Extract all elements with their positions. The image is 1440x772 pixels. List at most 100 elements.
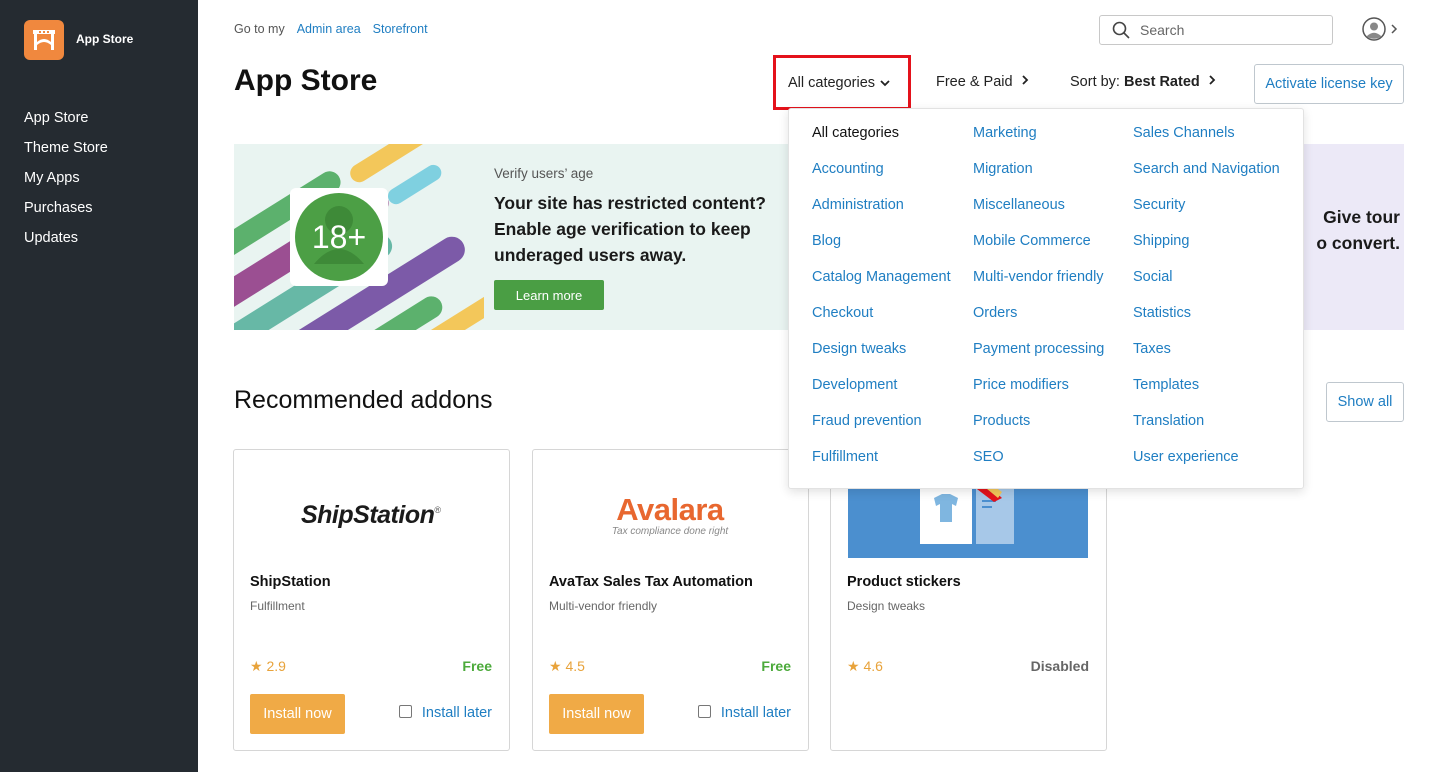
category-option[interactable]: Blog <box>812 233 951 269</box>
banner-headline: Your site has restricted content? Enable… <box>494 193 766 265</box>
price-filter-dropdown[interactable]: Free & Paid <box>936 74 1029 90</box>
category-dropdown-menu: All categories Accounting Administration… <box>788 108 1304 489</box>
search-icon <box>1112 21 1130 39</box>
category-filter-dropdown[interactable]: All categories <box>773 55 911 110</box>
user-menu[interactable] <box>1362 17 1398 41</box>
category-option[interactable]: Orders <box>973 305 1104 341</box>
breadcrumb-prefix: Go to my <box>234 22 285 36</box>
category-option[interactable]: Development <box>812 377 951 413</box>
chevron-right-icon <box>1209 75 1216 85</box>
search-box[interactable] <box>1099 15 1333 45</box>
search-input[interactable] <box>1140 22 1320 38</box>
category-option[interactable]: Security <box>1133 197 1280 233</box>
age-verification-illustration: 18+ <box>234 144 484 330</box>
star-icon: ★ <box>250 658 263 674</box>
tour-banner-text: Give tour o convert. <box>1290 204 1400 256</box>
install-now-button[interactable]: Install now <box>250 694 345 734</box>
page-title: App Store <box>234 64 378 97</box>
sidebar-item-updates[interactable]: Updates <box>24 228 108 258</box>
user-avatar-icon <box>1362 17 1386 41</box>
sidebar: App Store App Store Theme Store My Apps … <box>0 0 198 772</box>
sort-value: Best Rated <box>1124 74 1200 90</box>
chevron-down-icon <box>880 79 890 86</box>
addon-rating: ★ 2.9 <box>250 658 286 674</box>
install-later-option[interactable]: Install later <box>398 704 492 721</box>
category-option[interactable]: Mobile Commerce <box>973 233 1104 269</box>
category-option[interactable]: Design tweaks <box>812 341 951 377</box>
addon-card-avatax[interactable]: Avalara Tax compliance done right AvaTax… <box>532 449 809 751</box>
admin-area-link[interactable]: Admin area <box>297 22 361 36</box>
chevron-right-icon <box>1391 24 1398 34</box>
sort-dropdown[interactable]: Sort by: Best Rated <box>1070 74 1216 90</box>
addon-card-product-stickers[interactable]: Product stickers Design tweaks ★ 4.6 Dis… <box>830 449 1107 751</box>
category-option[interactable]: Fulfillment <box>812 449 951 485</box>
addon-category: Design tweaks <box>847 599 926 613</box>
install-later-option[interactable]: Install later <box>697 704 791 721</box>
age-verification-banner[interactable]: 18+ Verify users’ age Your site has rest… <box>234 144 790 330</box>
price-filter-label: Free & Paid <box>936 74 1013 90</box>
banner-kicker: Verify users’ age <box>494 166 594 181</box>
chevron-right-icon <box>1021 75 1028 85</box>
category-option[interactable]: Fraud prevention <box>812 413 951 449</box>
sidebar-nav: App Store Theme Store My Apps Purchases … <box>24 108 108 258</box>
addon-name[interactable]: ShipStation <box>250 574 331 590</box>
app-name[interactable]: App Store <box>76 32 133 46</box>
category-option[interactable]: Marketing <box>973 125 1104 161</box>
category-option[interactable]: Price modifiers <box>973 377 1104 413</box>
category-option[interactable]: SEO <box>973 449 1104 485</box>
category-column-2: Marketing Migration Miscellaneous Mobile… <box>973 125 1104 485</box>
category-option[interactable]: Statistics <box>1133 305 1280 341</box>
sort-prefix: Sort by: <box>1070 74 1120 90</box>
category-option[interactable]: Taxes <box>1133 341 1280 377</box>
tour-banner[interactable]: Give tour o convert. <box>1290 144 1404 330</box>
addon-rating: ★ 4.6 <box>847 658 883 674</box>
category-option[interactable]: Payment processing <box>973 341 1104 377</box>
breadcrumb: Go to my Admin area Storefront <box>234 22 428 36</box>
tour-banner-line1: Give tour <box>1323 207 1400 227</box>
install-now-button[interactable]: Install now <box>549 694 644 734</box>
install-later-link[interactable]: Install later <box>422 705 492 721</box>
category-option[interactable]: Administration <box>812 197 951 233</box>
category-option[interactable]: Multi-vendor friendly <box>973 269 1104 305</box>
age-badge-text: 18+ <box>312 219 366 255</box>
sidebar-item-theme-store[interactable]: Theme Store <box>24 138 108 168</box>
install-later-checkbox[interactable] <box>697 704 711 718</box>
category-option[interactable]: Accounting <box>812 161 951 197</box>
addon-category: Multi-vendor friendly <box>549 599 658 613</box>
sidebar-item-my-apps[interactable]: My Apps <box>24 168 108 198</box>
category-option[interactable]: Products <box>973 413 1104 449</box>
activate-license-key-button[interactable]: Activate license key <box>1254 64 1404 104</box>
install-later-checkbox[interactable] <box>398 704 412 718</box>
learn-more-button[interactable]: Learn more <box>494 280 604 310</box>
addon-rating: ★ 4.5 <box>549 658 585 674</box>
category-option[interactable]: Catalog Management <box>812 269 951 305</box>
star-icon: ★ <box>847 658 860 674</box>
category-option[interactable]: All categories <box>812 125 951 161</box>
store-logo-icon[interactable] <box>24 20 64 60</box>
category-option[interactable]: Social <box>1133 269 1280 305</box>
addon-name[interactable]: Product stickers <box>847 574 961 590</box>
sidebar-item-purchases[interactable]: Purchases <box>24 198 108 228</box>
category-option[interactable]: User experience <box>1133 449 1280 485</box>
category-option[interactable]: Translation <box>1133 413 1280 449</box>
category-option[interactable]: Migration <box>973 161 1104 197</box>
star-icon: ★ <box>549 658 562 674</box>
show-all-button[interactable]: Show all <box>1326 382 1404 422</box>
category-option[interactable]: Shipping <box>1133 233 1280 269</box>
addon-price: Free <box>761 658 791 674</box>
category-option[interactable]: Miscellaneous <box>973 197 1104 233</box>
addon-name[interactable]: AvaTax Sales Tax Automation <box>549 574 753 590</box>
category-option[interactable]: Templates <box>1133 377 1280 413</box>
category-option[interactable]: Checkout <box>812 305 951 341</box>
addon-card-shipstation[interactable]: ShipStation ® ShipStation Fulfillment ★ 2… <box>233 449 510 751</box>
category-option[interactable]: Sales Channels <box>1133 125 1280 161</box>
category-column-1: All categories Accounting Administration… <box>812 125 951 485</box>
tour-banner-line2: o convert. <box>1316 233 1400 253</box>
category-option[interactable]: Search and Navigation <box>1133 161 1280 197</box>
install-later-link[interactable]: Install later <box>721 705 791 721</box>
category-filter-label: All categories <box>788 74 876 91</box>
sidebar-item-app-store[interactable]: App Store <box>24 108 108 138</box>
addon-status: Disabled <box>1030 658 1089 674</box>
addon-price: Free <box>462 658 492 674</box>
storefront-link[interactable]: Storefront <box>373 22 428 36</box>
